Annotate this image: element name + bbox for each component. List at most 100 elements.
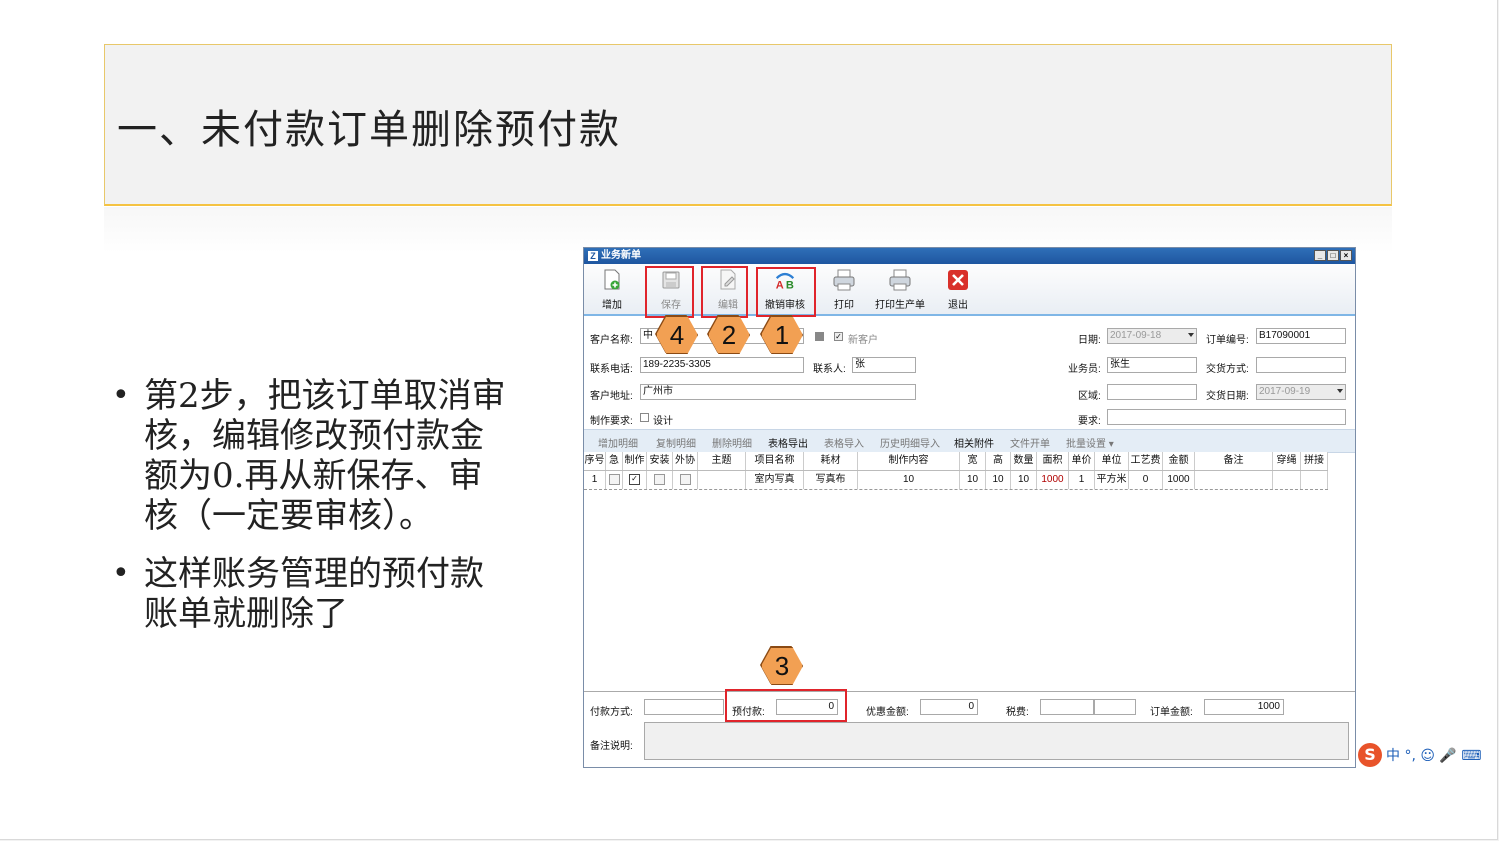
- copy-detail-button[interactable]: 复制明细: [656, 435, 696, 450]
- customer-name-label: 客户名称:: [590, 335, 633, 346]
- payment-method-label: 付款方式:: [590, 707, 633, 718]
- print-button[interactable]: 打印: [832, 268, 856, 311]
- import-table-button[interactable]: 表格导入: [824, 435, 864, 450]
- sogou-logo-icon: S: [1358, 743, 1382, 767]
- col-area: 面积: [1037, 452, 1069, 470]
- address-field[interactable]: 广州市: [640, 384, 916, 400]
- col-content: 制作内容: [858, 452, 960, 470]
- cell-remark[interactable]: [1195, 471, 1273, 489]
- cell-outsource[interactable]: [673, 471, 698, 489]
- window-title: 业务新单: [601, 250, 641, 261]
- contact-field[interactable]: 张: [852, 357, 916, 373]
- col-qty: 数量: [1011, 452, 1037, 470]
- phone-label: 联系电话:: [590, 364, 633, 375]
- cell-project[interactable]: 室内写真: [746, 471, 804, 489]
- delivery-method-field[interactable]: [1256, 357, 1346, 373]
- grid-header: 序号 急 制作 安装 外协 主题 项目名称 耗材 制作内容 宽 高 数量 面积 …: [584, 452, 1328, 471]
- ime-toolbar[interactable]: S 中 °, ☺ 🎤 ⌨: [1358, 741, 1496, 769]
- tax-amount-field[interactable]: [1094, 699, 1136, 715]
- order-amount-label: 订单金额:: [1150, 707, 1193, 718]
- cell-height[interactable]: 10: [986, 471, 1011, 489]
- outsource-checkbox[interactable]: [679, 473, 691, 485]
- detail-toolbar: 增加明细 复制明细 删除明细 表格导出 表格导入 历史明细导入 相关附件 文件开…: [584, 429, 1355, 453]
- col-unit: 单位: [1095, 452, 1129, 470]
- production-req-label: 制作要求:: [590, 416, 633, 427]
- customer-lookup-icon[interactable]: [815, 332, 824, 341]
- exit-button[interactable]: 退出: [946, 268, 970, 311]
- col-height: 高: [986, 452, 1011, 470]
- add-button[interactable]: 增加: [600, 268, 624, 311]
- cell-urgent[interactable]: [606, 471, 623, 489]
- install-checkbox[interactable]: [654, 473, 665, 485]
- make-checkbox[interactable]: ✓: [629, 473, 640, 485]
- col-width: 宽: [960, 452, 986, 470]
- cell-price[interactable]: 1: [1069, 471, 1095, 489]
- cell-install[interactable]: [647, 471, 673, 489]
- cell-craft-fee[interactable]: 0: [1129, 471, 1163, 489]
- attachments-button[interactable]: 相关附件: [954, 435, 994, 450]
- print-production-button[interactable]: 打印生产单: [875, 268, 925, 311]
- add-detail-button[interactable]: 增加明细: [598, 435, 638, 450]
- col-remark: 备注: [1195, 452, 1273, 470]
- cell-width[interactable]: 10: [960, 471, 986, 489]
- cell-amount[interactable]: 1000: [1163, 471, 1195, 489]
- discount-label: 优惠金额:: [866, 707, 909, 718]
- col-material: 耗材: [804, 452, 858, 470]
- file-order-button[interactable]: 文件开单: [1010, 435, 1050, 450]
- date-field[interactable]: 2017-09-18: [1107, 328, 1197, 344]
- minimize-button[interactable]: _: [1314, 250, 1326, 261]
- printer-icon: [888, 268, 912, 292]
- cell-make[interactable]: ✓: [623, 471, 647, 489]
- table-row[interactable]: 1 ✓ 室内写真 写真布 10 10 10 10 1000 1 平方米 0 10…: [584, 471, 1328, 490]
- cell-material[interactable]: 写真布: [804, 471, 858, 489]
- req-label: 要求:: [1078, 416, 1101, 427]
- delivery-method-label: 交货方式:: [1206, 364, 1249, 375]
- remark-field[interactable]: [644, 722, 1349, 760]
- cell-seq: 1: [584, 471, 606, 489]
- batch-settings-button[interactable]: 批量设置 ▾: [1066, 435, 1114, 450]
- col-splice: 拼接: [1301, 452, 1328, 470]
- col-project: 项目名称: [746, 452, 804, 470]
- history-import-button[interactable]: 历史明细导入: [880, 435, 940, 450]
- col-install: 安装: [647, 452, 673, 470]
- col-seq: 序号: [584, 452, 606, 470]
- cell-unit[interactable]: 平方米: [1095, 471, 1129, 489]
- col-urgent: 急: [606, 452, 623, 470]
- salesman-field[interactable]: 张生: [1107, 357, 1197, 373]
- payment-method-field[interactable]: [644, 699, 724, 715]
- address-label: 客户地址:: [590, 391, 633, 402]
- region-label: 区域:: [1078, 391, 1101, 402]
- highlight-edit: [701, 266, 748, 318]
- cell-rope[interactable]: [1273, 471, 1301, 489]
- cell-content[interactable]: 10: [858, 471, 960, 489]
- cell-area[interactable]: 1000: [1037, 471, 1069, 489]
- col-topic: 主题: [698, 452, 746, 470]
- maximize-button[interactable]: □: [1327, 250, 1339, 261]
- order-amount-field[interactable]: 1000: [1204, 699, 1284, 715]
- cell-topic[interactable]: [698, 471, 746, 489]
- cell-qty[interactable]: 10: [1011, 471, 1037, 489]
- export-table-button[interactable]: 表格导出: [768, 435, 808, 450]
- printer-icon: [832, 268, 856, 292]
- contact-label: 联系人:: [813, 364, 846, 375]
- design-checkbox[interactable]: [640, 413, 649, 422]
- close-window-button[interactable]: ×: [1340, 250, 1352, 261]
- req-field[interactable]: [1107, 409, 1346, 425]
- delete-detail-button[interactable]: 删除明细: [712, 435, 752, 450]
- ime-status[interactable]: 中 °, ☺ 🎤 ⌨: [1386, 745, 1481, 765]
- urgent-checkbox[interactable]: [608, 473, 620, 485]
- highlight-prepay: [725, 689, 847, 722]
- new-customer-checkbox[interactable]: ✓: [834, 332, 843, 341]
- bullet-list: 第2步，把该订单取消审核，编辑修改预付款金额为0.再从新保存、审核（一定要审核）…: [112, 376, 512, 652]
- bullet-step2: 第2步，把该订单取消审核，编辑修改预付款金额为0.再从新保存、审核（一定要审核）…: [112, 376, 512, 536]
- discount-field[interactable]: 0: [920, 699, 978, 715]
- region-field[interactable]: [1107, 384, 1197, 400]
- date-label: 日期:: [1078, 335, 1101, 346]
- add-doc-icon: [600, 268, 624, 292]
- delivery-date-field[interactable]: 2017-09-19: [1256, 384, 1346, 400]
- tax-field[interactable]: [1040, 699, 1094, 715]
- phone-field[interactable]: 189-2235-3305: [640, 357, 804, 373]
- order-no-field[interactable]: B17090001: [1256, 328, 1346, 344]
- col-rope: 穿绳: [1273, 452, 1301, 470]
- cell-splice[interactable]: [1301, 471, 1328, 489]
